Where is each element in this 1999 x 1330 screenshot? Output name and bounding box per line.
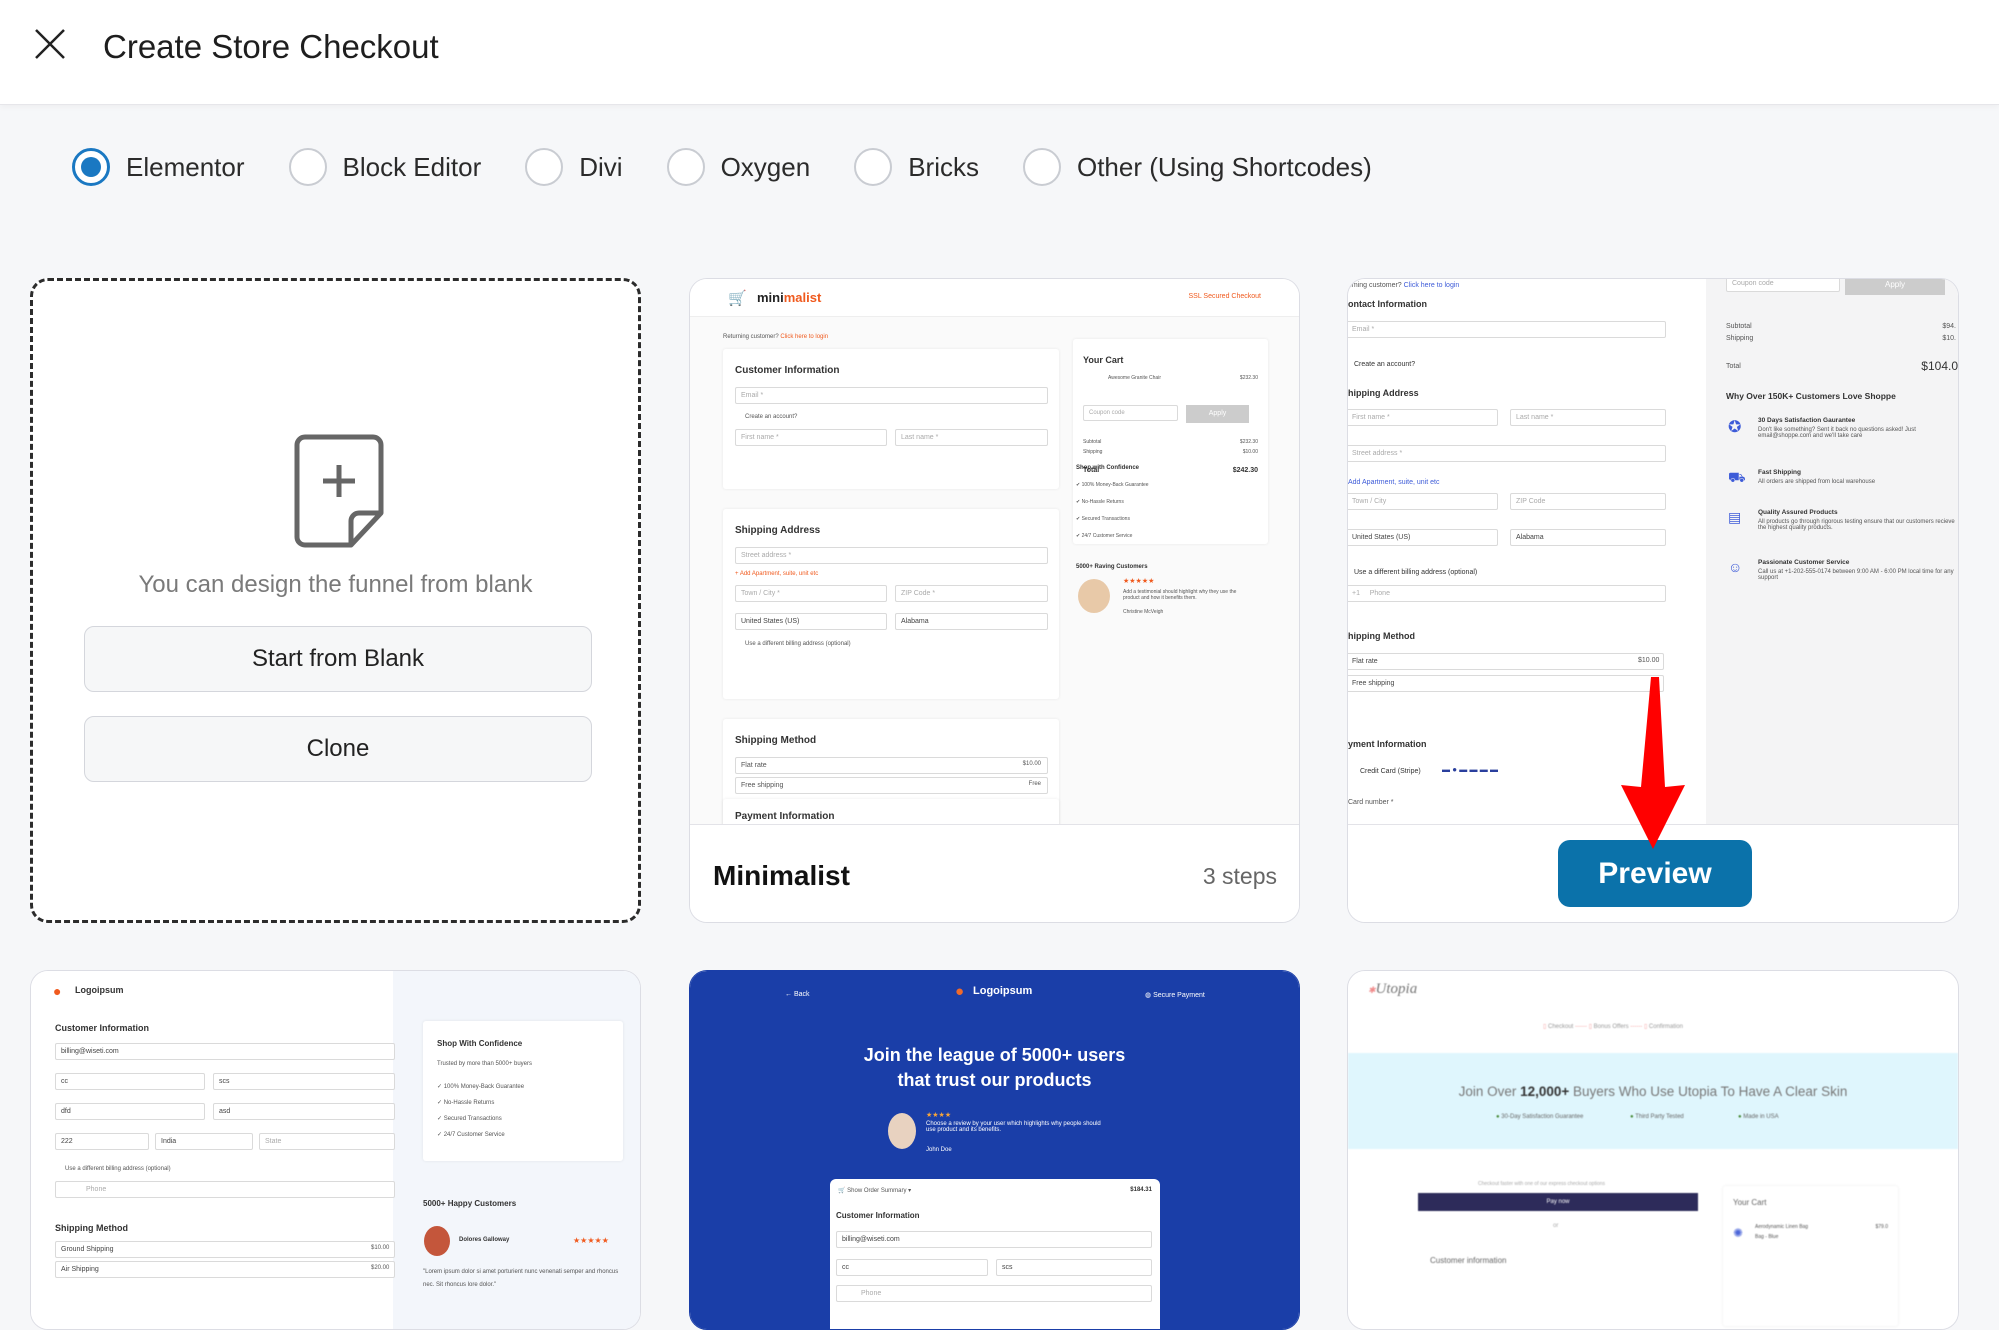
template-thumbnail: 🛒 minimalist SSL Secured Checkout Return… [690, 279, 1299, 824]
clipboard-icon: ▤ [1728, 509, 1742, 525]
radio-other-shortcodes[interactable]: Other (Using Shortcodes) [1022, 148, 1372, 186]
radio-label: Other (Using Shortcodes) [1076, 151, 1372, 182]
template-card-shoppe[interactable]: oming customer? Click here to login onta… [1347, 278, 1959, 923]
template-steps: 3 steps [1202, 863, 1277, 889]
radio-circle[interactable] [666, 148, 705, 186]
file-plus-icon [294, 434, 384, 548]
card-brand-icons: ▬ ● ▬ ▬ ▬ ▬ [1442, 765, 1498, 774]
builder-radio-group: Elementor Block Editor Divi Oxygen Brick… [72, 148, 1416, 186]
close-icon[interactable] [32, 26, 68, 62]
radio-label: Oxygen [720, 151, 811, 182]
radio-circle[interactable] [72, 148, 110, 186]
template-name: Minimalist [713, 860, 850, 891]
template-card-minimalist[interactable]: 🛒 minimalist SSL Secured Checkout Return… [689, 278, 1300, 923]
badge-icon: ✪ [1728, 419, 1742, 436]
customer-info-panel: Customer Information Email * Create an a… [723, 349, 1059, 489]
logo-icon: ● [53, 983, 62, 999]
radio-circle[interactable] [288, 148, 327, 186]
header: Create Store Checkout [0, 0, 1999, 105]
radio-divi[interactable]: Divi [525, 148, 623, 186]
blank-template-card: You can design the funnel from blank Sta… [30, 278, 641, 923]
blank-description: You can design the funnel from blank [138, 571, 533, 598]
radio-block-editor[interactable]: Block Editor [288, 148, 482, 186]
truck-icon: ⛟ [1728, 469, 1746, 485]
template-thumbnail: ● Logoipsum Customer Information billing… [31, 971, 640, 1329]
radio-oxygen[interactable]: Oxygen [666, 148, 811, 186]
radio-elementor[interactable]: Elementor [72, 148, 245, 186]
shipping-address-panel: Shipping Address Street address * + Add … [723, 509, 1059, 699]
minimalist-logo: minimalist [757, 290, 822, 305]
cart-panel: Your Cart Awesome Granite Chair $232.30 … [1073, 339, 1268, 544]
radio-bricks[interactable]: Bricks [854, 148, 979, 186]
red-arrow-annotation [1621, 677, 1685, 849]
template-card-utopia[interactable]: ✱Utopia ▯ Checkout ------ ▯ Bonus Offers… [1347, 970, 1959, 1330]
template-card-logoipsum-blue[interactable]: ← Back ● Logoipsum ◍ Secure Payment Join… [689, 970, 1300, 1330]
start-from-blank-button[interactable]: Start from Blank [84, 626, 592, 692]
clone-button[interactable]: Clone [84, 716, 592, 782]
logo-icon: ● [955, 983, 965, 1000]
template-thumbnail: ✱Utopia ▯ Checkout ------ ▯ Bonus Offers… [1348, 971, 1958, 1329]
returning-text: Returning customer? Click here to login [723, 334, 829, 340]
template-thumbnail: ← Back ● Logoipsum ◍ Secure Payment Join… [690, 971, 1299, 1329]
template-card-logoipsum-light[interactable]: ● Logoipsum Customer Information billing… [30, 970, 641, 1330]
radio-circle[interactable] [525, 148, 564, 186]
payment-heading: Payment Information [735, 811, 835, 822]
cart-icon: 🛒 [728, 290, 747, 307]
radio-circle[interactable] [854, 148, 893, 186]
support-agent-icon: ☺ [1728, 559, 1743, 575]
customer-avatar [1078, 579, 1110, 613]
radio-label: Bricks [908, 151, 979, 182]
ssl-label: SSL Secured Checkout [1188, 293, 1261, 300]
radio-circle[interactable] [1022, 148, 1061, 186]
radio-label: Divi [579, 151, 623, 182]
page-title: Create Store Checkout [103, 28, 439, 65]
radio-label: Block Editor [342, 151, 482, 182]
card-footer: Minimalist 3 steps [690, 824, 1299, 922]
radio-label: Elementor [126, 151, 245, 182]
